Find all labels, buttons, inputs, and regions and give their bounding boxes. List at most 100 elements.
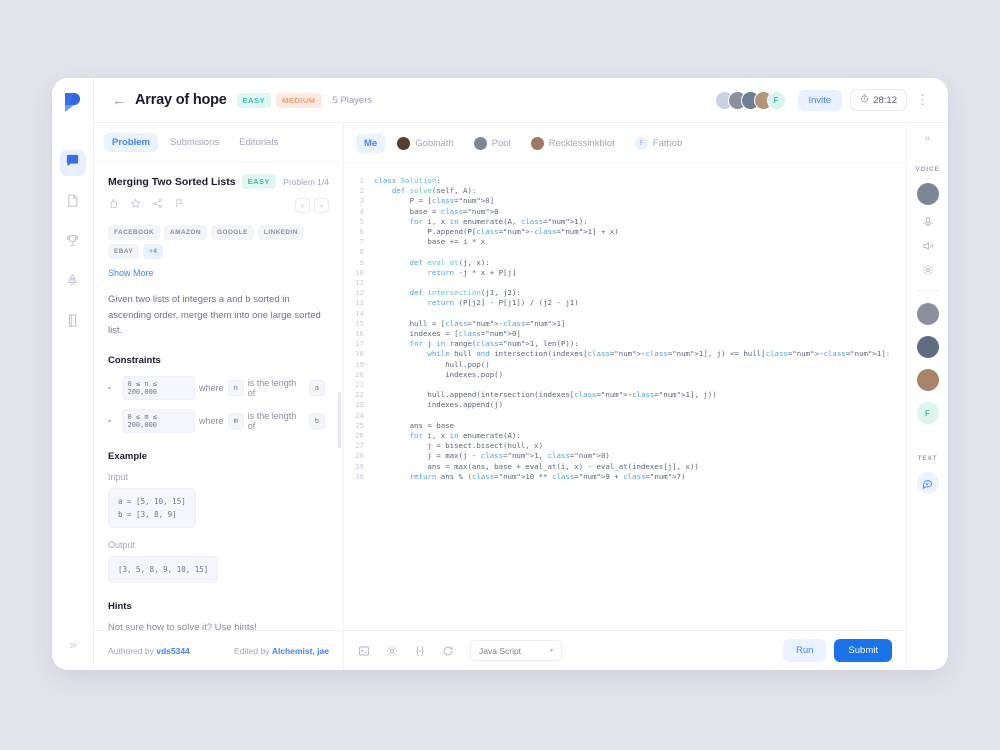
tab-problem[interactable]: Problem bbox=[104, 133, 159, 152]
sidebar-item-book[interactable] bbox=[60, 310, 86, 336]
line-number: 14 bbox=[355, 308, 364, 318]
code-line: 4 base = class="num">0 bbox=[344, 207, 906, 217]
app-window: » ← Array of hope EASY MEDIUM 5 Players … bbox=[52, 78, 948, 670]
code-editor[interactable]: 1 class Solution: 2 def solve(self, A): 3 P… bbox=[344, 164, 906, 630]
show-more-link[interactable]: Show More bbox=[108, 268, 329, 278]
code-line: 18 while hull and intersection(indexes[c… bbox=[344, 349, 906, 359]
constraint-target: a bbox=[308, 380, 325, 397]
tab-editorials[interactable]: Editorials bbox=[231, 133, 286, 152]
microphone-icon[interactable] bbox=[922, 216, 934, 228]
authored-label: Authored by bbox=[108, 645, 154, 656]
problem-scrollbar[interactable] bbox=[338, 392, 341, 448]
sidebar-item-rocket[interactable] bbox=[60, 270, 86, 296]
code-text: indexes.append(j) bbox=[374, 400, 504, 410]
tag-ebay[interactable]: EBAY bbox=[108, 244, 140, 259]
code-line: 11 bbox=[344, 278, 906, 288]
constraint-target: b bbox=[308, 413, 325, 430]
code-line: 27 j = bisect.bisect(hull, x) bbox=[344, 441, 906, 451]
tab-submissions[interactable]: Submisions bbox=[162, 133, 227, 152]
example-heading: Example bbox=[108, 451, 148, 463]
tag-facebook[interactable]: FACEBOOK bbox=[108, 225, 161, 240]
avatar[interactable] bbox=[916, 369, 939, 391]
gear-icon[interactable] bbox=[386, 645, 398, 657]
clock-icon bbox=[860, 94, 869, 106]
code-line: 30 return ans % (class="num">10 ** class… bbox=[344, 472, 906, 482]
code-line: 26 for i, x in enumerate(A): bbox=[344, 431, 906, 441]
line-number: 11 bbox=[355, 278, 364, 288]
editor-footer: Java Script ▾ Run Submit bbox=[344, 630, 906, 670]
brand-logo[interactable] bbox=[61, 90, 85, 114]
reset-icon[interactable] bbox=[442, 645, 454, 657]
edited-label: Edited by bbox=[234, 645, 270, 656]
code-text: hull = [class="num">-class="num">1] bbox=[374, 318, 566, 328]
line-number: 8 bbox=[359, 247, 364, 257]
code-text: base = class="num">0 bbox=[374, 206, 499, 216]
run-button[interactable]: Run bbox=[782, 639, 827, 662]
problem-title: Merging Two Sorted Lists bbox=[108, 175, 236, 188]
tab-fatbob[interactable]: F Fatbob bbox=[627, 133, 691, 154]
tab-recklessinkblot[interactable]: Recklessinkblot bbox=[523, 133, 623, 154]
constraint-where: where bbox=[199, 383, 224, 394]
participant-avatars[interactable]: F bbox=[714, 90, 786, 110]
code-line: 6 P.append(P[class="num">-class="num">1]… bbox=[344, 227, 906, 237]
tab-me[interactable]: Me bbox=[356, 134, 386, 153]
author-name[interactable]: vds5344 bbox=[156, 646, 190, 656]
tab-gobinath[interactable]: Gobinath bbox=[389, 133, 462, 154]
constraint-row: 0 ≤ n ≤ 200,000 where n is the length of… bbox=[108, 376, 329, 401]
speaker-icon[interactable] bbox=[922, 240, 934, 252]
code-text: j = bisect.bisect(hull, x) bbox=[374, 441, 544, 451]
editor-names[interactable]: Alchemist, jae bbox=[272, 646, 329, 656]
code-text: return -j * x + P[j] bbox=[427, 267, 517, 277]
code-content[interactable]: 1 class Solution: 2 def solve(self, A): 3 P… bbox=[344, 176, 906, 482]
avatar[interactable] bbox=[916, 303, 939, 325]
output-label: Output bbox=[108, 540, 136, 551]
sidebar-item-documents[interactable] bbox=[60, 190, 86, 216]
tab-label: Me bbox=[364, 138, 378, 149]
avatar[interactable] bbox=[916, 183, 939, 205]
gear-icon[interactable] bbox=[922, 264, 934, 276]
thumbs-up-icon[interactable] bbox=[108, 196, 130, 214]
line-number: 29 bbox=[355, 461, 364, 471]
tab-pool[interactable]: Pool bbox=[466, 133, 519, 154]
line-number: 12 bbox=[355, 288, 364, 298]
book-icon bbox=[65, 313, 80, 333]
right-rail: « VOICE F TEXT bbox=[906, 123, 948, 670]
sidebar-item-chat[interactable] bbox=[59, 150, 86, 176]
code-text: hull.append(intersection(indexes[class="… bbox=[374, 390, 717, 400]
tag-linkedin[interactable]: LINKEDIN bbox=[257, 225, 304, 240]
code-line: 20 indexes.pop() bbox=[344, 370, 906, 380]
chat-bubble-icon[interactable] bbox=[916, 472, 939, 494]
collapse-panel-button[interactable]: « bbox=[925, 133, 931, 144]
hints-description: Not sure how to solve it? Use hints! bbox=[108, 622, 257, 630]
editor-tabs: Me Gobinath Pool Recklessinkblot F Fatbo… bbox=[344, 123, 906, 164]
tag-more-count[interactable]: +4 bbox=[143, 244, 164, 259]
braces-icon[interactable] bbox=[414, 645, 426, 657]
code-text: return ans % (class="num">10 ** class="n… bbox=[409, 471, 686, 481]
constraint-expression: 0 ≤ m ≤ 200,000 bbox=[121, 409, 196, 434]
next-problem-button[interactable]: › bbox=[314, 197, 329, 213]
code-line: 16 indexes = [class="num">0] bbox=[344, 329, 906, 339]
sidebar-expand-button[interactable]: » bbox=[52, 637, 94, 652]
terminal-icon[interactable] bbox=[358, 645, 370, 657]
constraint-variable: n bbox=[227, 380, 244, 397]
star-icon[interactable] bbox=[130, 196, 152, 214]
language-select[interactable]: Java Script ▾ bbox=[470, 640, 562, 661]
sidebar-item-trophy[interactable] bbox=[60, 230, 86, 256]
tag-google[interactable]: GOOGLE bbox=[210, 225, 254, 240]
example-input: a = [5, 10, 15] b = [3, 8, 9] bbox=[108, 488, 196, 529]
invite-button[interactable]: Invite bbox=[797, 89, 843, 111]
line-number: 17 bbox=[355, 339, 364, 349]
flag-icon[interactable] bbox=[174, 196, 196, 214]
code-line: 15 hull = [class="num">-class="num">1] bbox=[344, 319, 906, 329]
tag-amazon[interactable]: AMAZON bbox=[164, 225, 207, 240]
line-number: 25 bbox=[355, 420, 364, 430]
back-button[interactable]: ← bbox=[104, 88, 135, 113]
prev-problem-button[interactable]: ‹ bbox=[295, 197, 310, 213]
timer[interactable]: 28:12 bbox=[850, 89, 907, 111]
constraint-row: 0 ≤ m ≤ 200,000 where m is the length of… bbox=[108, 409, 329, 434]
submit-button[interactable]: Submit bbox=[834, 639, 892, 662]
share-icon[interactable] bbox=[152, 196, 174, 214]
avatar[interactable] bbox=[916, 336, 939, 358]
avatar[interactable]: F bbox=[916, 402, 939, 424]
kebab-menu-icon[interactable]: ⋮ bbox=[907, 92, 934, 108]
